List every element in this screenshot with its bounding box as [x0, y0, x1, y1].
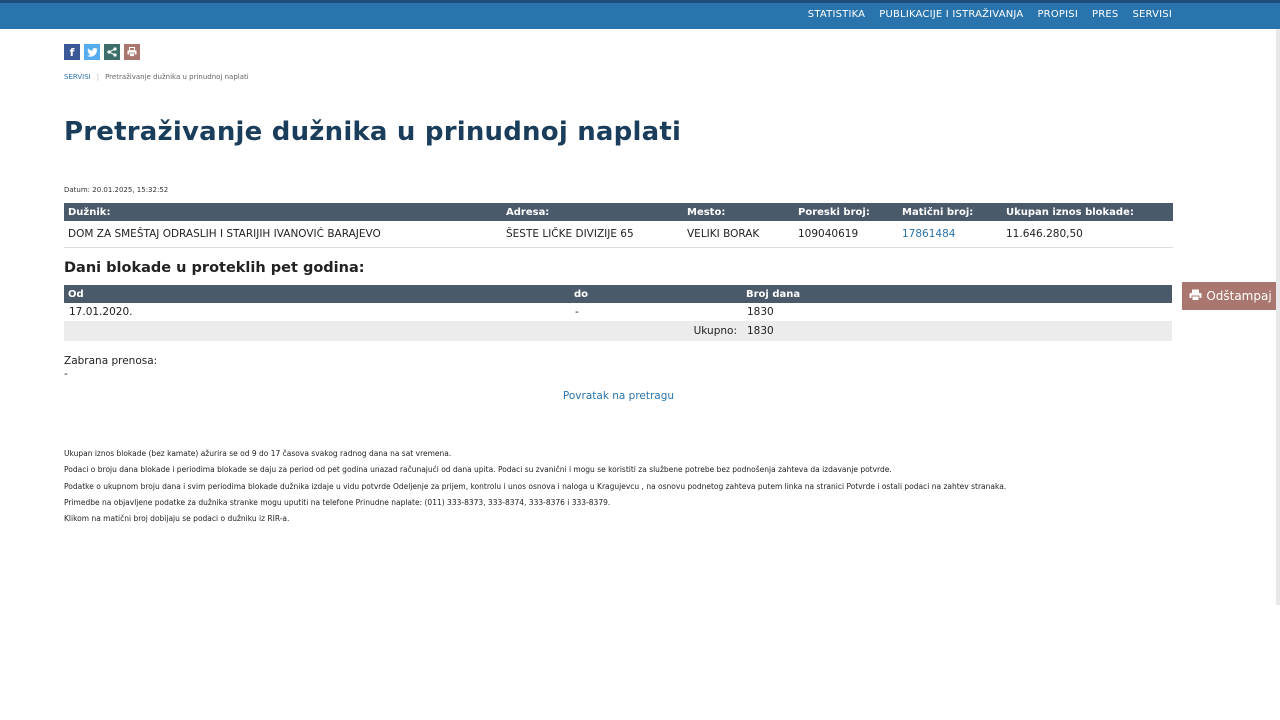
- print-small-icon[interactable]: [124, 44, 140, 60]
- blockade-from: 17.01.2020.: [69, 306, 133, 318]
- blockade-section-title: Dani blokade u proteklih pet godina:: [64, 260, 365, 276]
- nav-publikacije[interactable]: PUBLIKACIJE I ISTRAŽIVANJA: [879, 9, 1023, 20]
- table-row: DOM ZA SMEŠTAJ ODRASLIH I STARIJIH IVANO…: [64, 221, 1173, 248]
- debtor-registration-cell: 17861484: [898, 221, 1002, 248]
- blockade-total-row: Ukupno: 1830: [64, 321, 1172, 341]
- header-adresa: Adresa:: [502, 203, 683, 221]
- facebook-icon[interactable]: f: [64, 44, 80, 60]
- debtor-tax-number: 109040619: [794, 221, 898, 248]
- top-nav: STATISTIKA PUBLIKACIJE I ISTRAŽIVANJA PR…: [808, 9, 1172, 20]
- nav-pres[interactable]: PRES: [1092, 9, 1118, 20]
- transfer-ban-label: Zabrana prenosa:: [64, 355, 158, 367]
- nav-servisi[interactable]: SERVISI: [1132, 9, 1172, 20]
- transfer-ban: Zabrana prenosa: -: [64, 355, 157, 381]
- page-title: Pretraživanje dužnika u prinudnoj naplat…: [64, 117, 682, 147]
- printer-icon: [1189, 289, 1202, 304]
- table-row: 17.01.2020. - 1830: [64, 303, 1172, 321]
- header-maticni-broj: Matični broj:: [898, 203, 1002, 221]
- debtor-address: ŠESTE LIČKE DIVIZIJE 65: [502, 221, 683, 248]
- note: Ukupan iznos blokade (bez kamate) ažurir…: [64, 449, 452, 458]
- header-do: do: [570, 285, 742, 303]
- note: Podatke o ukupnom broju dana i svim peri…: [64, 481, 1007, 491]
- footnotes: Ukupan iznos blokade (bez kamate) ažurir…: [64, 446, 1006, 527]
- debtor-table: Dužnik: Adresa: Mesto: Poreski broj: Mat…: [64, 203, 1173, 248]
- debtor-blockade-amount: 11.646.280,50: [1002, 221, 1173, 248]
- transfer-ban-value: -: [64, 368, 68, 380]
- debtor-table-header: Dužnik: Adresa: Mesto: Poreski broj: Mat…: [64, 203, 1173, 221]
- twitter-icon[interactable]: [84, 44, 100, 60]
- breadcrumb-separator: |: [96, 73, 100, 81]
- print-button-label: Odštampaj: [1206, 289, 1272, 303]
- nav-propisi[interactable]: PROPISI: [1037, 9, 1078, 20]
- total-spacer: [64, 321, 570, 341]
- debtor-name: DOM ZA SMEŠTAJ ODRASLIH I STARIJIH IVANO…: [64, 221, 502, 248]
- back-to-search-link[interactable]: Povratak na pretragu: [563, 390, 674, 402]
- header-poreski-broj: Poreski broj:: [794, 203, 898, 221]
- top-navigation-bar: STATISTIKA PUBLIKACIJE I ISTRAŽIVANJA PR…: [0, 0, 1280, 29]
- note: Klikom na matični broj dobijaju se podac…: [64, 514, 290, 524]
- registration-number-link[interactable]: 17861484: [902, 228, 955, 240]
- note: Podaci o broju dana blokade i periodima …: [64, 465, 892, 475]
- header-ukupan-iznos: Ukupan iznos blokade:: [1002, 203, 1173, 221]
- nav-statistika[interactable]: STATISTIKA: [808, 9, 865, 20]
- header-mesto: Mesto:: [683, 203, 794, 221]
- header-od: Od: [64, 285, 570, 303]
- share-icon[interactable]: [104, 44, 120, 60]
- total-label: Ukupno:: [570, 321, 742, 341]
- breadcrumb-servisi[interactable]: SERVISI: [64, 73, 91, 81]
- total-value: 1830: [742, 321, 1172, 341]
- blockade-table: Od do Broj dana 17.01.2020. - 1830 Ukupn…: [64, 285, 1172, 341]
- share-toolbar: f: [64, 44, 140, 60]
- blockade-table-header: Od do Broj dana: [64, 285, 1172, 303]
- back-link-container: Povratak na pretragu: [0, 390, 1237, 402]
- page-scrollbar[interactable]: [1276, 29, 1280, 605]
- debtor-place: VELIKI BORAK: [683, 221, 794, 248]
- header-broj-dana: Broj dana: [742, 285, 1172, 303]
- breadcrumb: SERVISI | Pretraživanje dužnika u prinud…: [64, 73, 249, 81]
- blockade-to: -: [575, 306, 579, 318]
- note: Primedbe na objavljene podatke za dužnik…: [64, 497, 611, 507]
- query-date: Datum: 20.01.2025, 15:32:52: [64, 186, 169, 194]
- print-button[interactable]: Odštampaj: [1182, 282, 1279, 310]
- header-duznik: Dužnik:: [64, 203, 502, 221]
- breadcrumb-current: Pretraživanje dužnika u prinudnoj naplat…: [105, 73, 249, 81]
- blockade-days: 1830: [747, 306, 774, 318]
